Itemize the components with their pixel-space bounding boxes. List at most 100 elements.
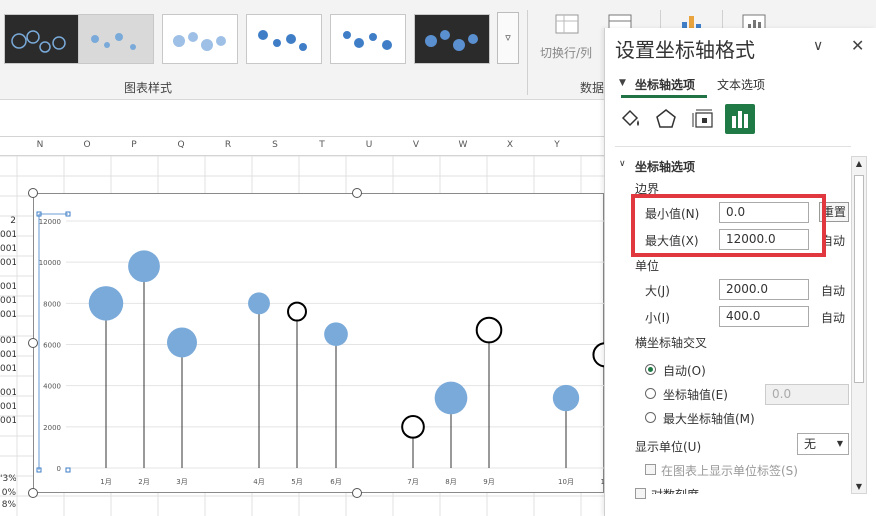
column-header[interactable]: P [124,140,144,150]
switch-row-col-button[interactable]: 切换行/列 [540,44,592,61]
column-header[interactable]: O [77,140,97,150]
cross-value-input[interactable]: 0.0 [765,384,849,405]
caret-down-icon[interactable]: ▼ [619,78,626,88]
cross-max-label[interactable]: 最大坐标轴值(M) [663,410,755,427]
y-tick-label: 4000 [43,383,61,391]
column-header[interactable]: S [265,140,285,150]
x-tick-label: 10月 [558,478,574,486]
x-tick-label: 1月 [100,478,111,486]
row-fragment: 001 [0,336,16,346]
resize-handle[interactable] [28,188,38,198]
pane-divider [615,146,851,147]
x-tick-label: 8月 [445,478,456,486]
y-tick-label: 8000 [43,300,61,308]
bubble-chart[interactable]: 12000 10000 8000 6000 4000 2000 0 1月 2月 3月 4月 5月 6月 7… [33,193,618,493]
chevron-down-icon[interactable]: ∨ [813,38,823,54]
column-header[interactable]: N [30,140,50,150]
column-header[interactable]: T [312,140,332,150]
log-scale-checkbox[interactable] [635,488,646,499]
column-header[interactable]: U [359,140,379,150]
chart-style-4[interactable] [246,14,322,64]
column-header[interactable]: V [406,140,426,150]
column-header[interactable]: Q [171,140,191,150]
column-header[interactable]: R [218,140,238,150]
chart-style-2[interactable] [78,14,154,64]
chart-style-5[interactable] [330,14,406,64]
x-tick-label: 7月 [407,478,418,486]
gallery-more-button[interactable]: ▿ [497,12,519,64]
axis-options-bar-icon[interactable] [725,104,755,134]
data-group-label: 数据 [580,81,605,95]
resize-handle[interactable] [352,488,362,498]
chart-style-1[interactable] [4,14,80,64]
chart-style-3[interactable] [162,14,238,64]
y-tick-label: 12000 [39,218,61,226]
bubble-hollow[interactable] [401,415,425,439]
minor-value-input[interactable]: 400.0 [719,306,809,327]
active-tab-indicator [621,95,707,98]
show-units-checkbox[interactable] [645,464,656,475]
bubble[interactable] [88,286,124,321]
scroll-down-icon[interactable]: ▼ [854,482,864,491]
cross-value-label[interactable]: 坐标轴值(E) [663,386,728,403]
x-tick-label: 5月 [291,478,302,486]
display-units-label: 显示单位(U) [635,440,702,454]
resize-handle[interactable] [28,488,38,498]
row-fragment: 001 [0,244,16,254]
row-fragment: 001 [0,258,16,268]
chart-style-6[interactable] [414,14,490,64]
section-title[interactable]: 坐标轴选项 [635,158,695,175]
pane-title: 设置坐标轴格式 [615,38,755,62]
column-header[interactable]: W [453,140,473,150]
x-tick-label: 2月 [138,478,149,486]
tab-axis-options[interactable]: 坐标轴选项 [635,76,695,93]
minor-auto-label: 自动 [821,311,846,325]
column-header[interactable]: Y [547,140,567,150]
effects-pentagon-icon[interactable] [653,106,679,132]
scroll-thumb[interactable] [854,175,864,383]
close-icon[interactable]: ✕ [851,36,864,55]
cross-auto-label[interactable]: 自动(O) [663,362,706,379]
bubble[interactable] [434,381,468,415]
bubble[interactable] [324,322,348,347]
bubble-hollow[interactable] [287,301,307,322]
x-tick-label: 3月 [176,478,187,486]
resize-handle[interactable] [352,188,362,198]
cross-value-radio[interactable] [645,388,656,399]
collapse-icon[interactable]: ∨ [619,159,626,169]
fill-line-icon[interactable] [617,106,643,132]
row-fragment: 2 [10,216,16,226]
show-units-label: 在图表上显示单位标签(S) [661,464,798,478]
highlight-annotation [631,194,826,257]
y-tick-label: 6000 [43,342,61,350]
size-properties-icon[interactable] [691,106,717,132]
row-fragment: 001 [0,364,16,374]
row-fragment: 0% [1,488,16,498]
ribbon-separator [527,10,528,95]
axis-selection-handle[interactable] [65,467,71,473]
column-header[interactable]: X [500,140,520,150]
display-units-select[interactable]: 无 ▼ [797,433,849,455]
bubble[interactable] [248,292,270,315]
cross-max-radio[interactable] [645,412,656,423]
bubble-hollow[interactable] [475,316,503,344]
log-scale-label[interactable]: 对数刻度 [651,486,699,494]
row-fragment: 001 [0,230,16,240]
chart-styles-group-label: 图表样式 [123,81,172,95]
minor-label: 小(I) [645,311,670,325]
bubble[interactable] [167,327,197,358]
scroll-up-icon[interactable]: ▲ [854,159,864,168]
bubble[interactable] [128,250,160,283]
column-headers: N O P Q R S T U V W X Y [0,136,604,156]
bubble[interactable] [552,384,580,412]
resize-handle[interactable] [28,338,38,348]
dropdown-arrow-icon: ▼ [836,439,843,448]
cross-auto-radio[interactable] [645,364,656,375]
units-label: 单位 [635,259,660,273]
major-value-input[interactable]: 2000.0 [719,279,809,300]
switch-row-col-icon[interactable] [553,12,581,36]
tab-text-options[interactable]: 文本选项 [717,76,765,93]
y-tick-label: 2000 [43,424,61,432]
row-fragment: 001 [0,310,16,320]
pane-scrollbar[interactable]: ▲ ▼ [851,156,867,494]
